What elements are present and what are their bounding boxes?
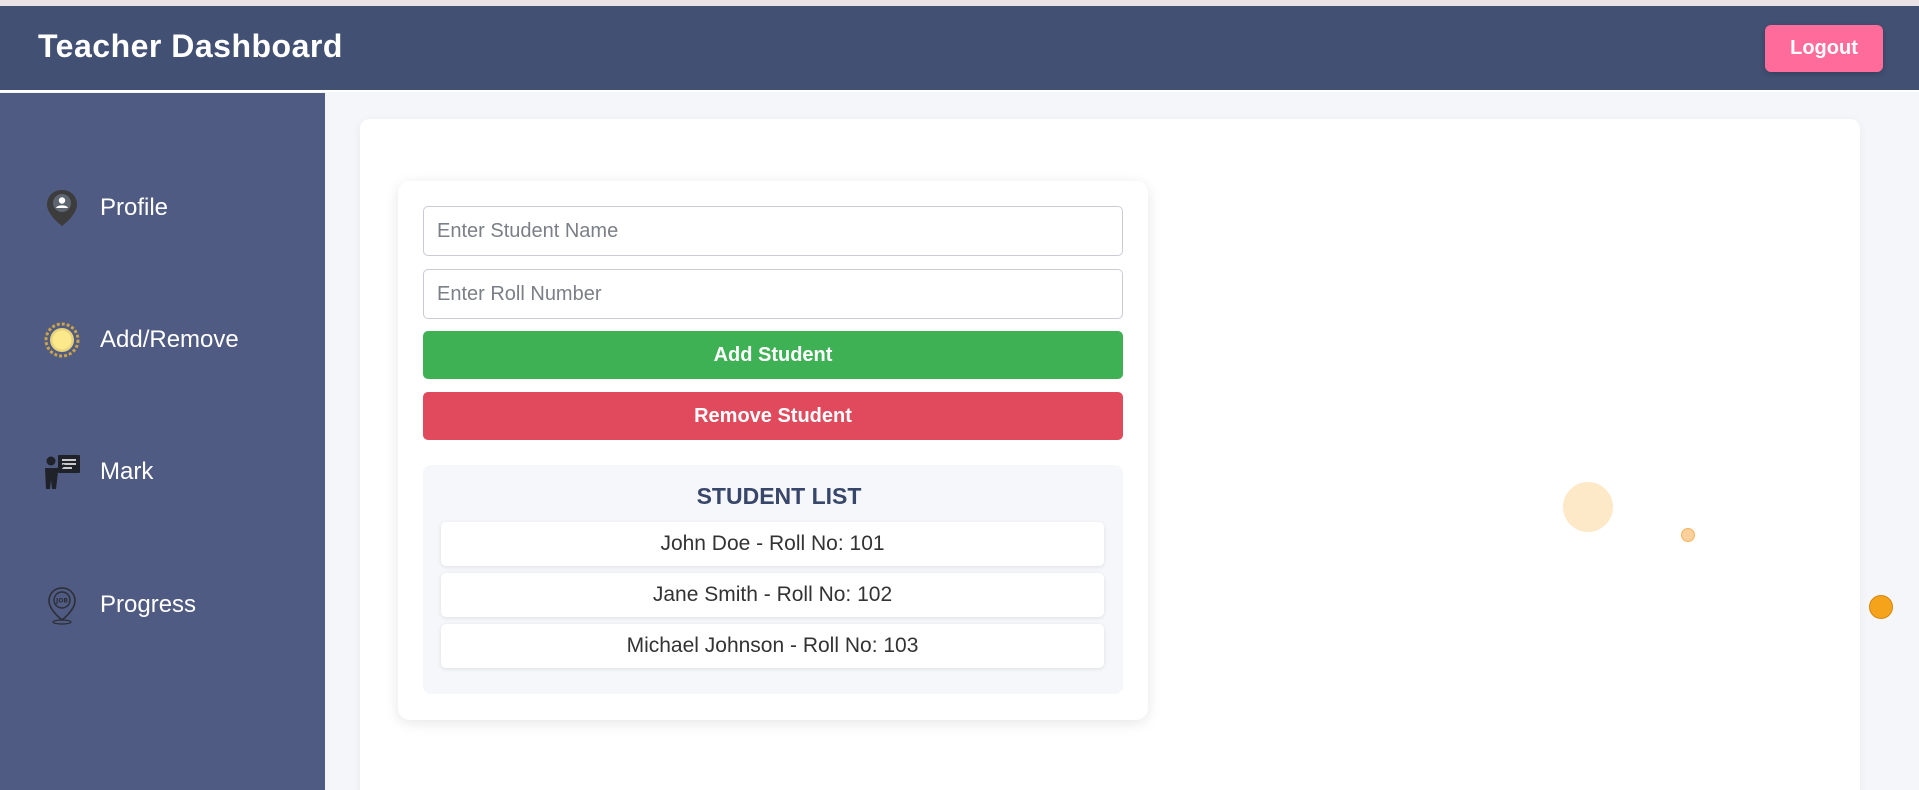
sidebar-item-label: Progress	[100, 591, 197, 618]
list-item: John Doe - Roll No: 101	[441, 522, 1104, 566]
add-student-button[interactable]: Add Student	[423, 331, 1123, 379]
profile-pin-icon	[40, 186, 84, 230]
job-pin-icon: JOB	[40, 583, 84, 627]
teacher-board-icon	[40, 450, 84, 494]
list-item: Michael Johnson - Roll No: 103	[441, 624, 1104, 668]
sidebar-item-label: Add/Remove	[100, 326, 239, 353]
logout-button[interactable]: Logout	[1765, 25, 1883, 72]
decorative-bubble	[1869, 595, 1893, 619]
list-item: Jane Smith - Roll No: 102	[441, 573, 1104, 617]
badge-medal-icon	[40, 318, 84, 362]
student-name-input[interactable]	[423, 206, 1123, 256]
sidebar-item-progress[interactable]: JOB Progress	[40, 581, 320, 629]
remove-student-button[interactable]: Remove Student	[423, 392, 1123, 440]
svg-text:JOB: JOB	[55, 598, 68, 605]
sidebar-item-profile[interactable]: Profile	[40, 184, 320, 232]
app-header: Teacher Dashboard Logout	[0, 6, 1919, 92]
decorative-bubble	[1681, 528, 1695, 542]
student-list-title: STUDENT LIST	[696, 483, 862, 509]
decorative-bubble	[1563, 482, 1613, 532]
sidebar-item-add-remove[interactable]: Add/Remove	[40, 316, 320, 364]
sidebar-item-mark[interactable]: Mark	[40, 448, 320, 496]
sidebar-item-label: Mark	[100, 458, 154, 485]
page-title: Teacher Dashboard	[38, 28, 343, 64]
roll-number-input[interactable]	[423, 269, 1123, 319]
sidebar-item-label: Profile	[100, 194, 169, 221]
sidebar: Profile Add/Remove Mark JOB Progress	[0, 93, 325, 790]
